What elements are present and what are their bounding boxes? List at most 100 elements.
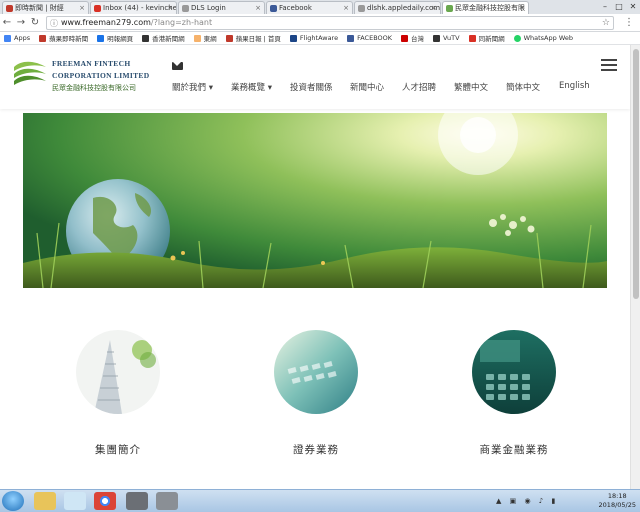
browser-tab-5[interactable]: 民眾金融科技控股有限 × (442, 1, 529, 14)
media-player-icon[interactable] (64, 492, 86, 510)
logo-swoosh-icon (14, 61, 46, 85)
nav-business[interactable]: 業務概覽 ▾ (231, 81, 272, 93)
tab-favicon-icon (94, 5, 101, 12)
feature-label[interactable]: 證券業務 (271, 442, 361, 457)
company-logo[interactable]: FREEMAN FINTECH CORPORATION LIMITED 民眾金融… (12, 57, 152, 97)
url-host: www.freeman279.com (61, 17, 151, 27)
bookmark-item[interactable]: 明報網頁 (97, 33, 133, 43)
feature-label[interactable]: 集團簡介 (73, 442, 163, 457)
nav-lang-english[interactable]: English (559, 81, 590, 91)
feature-group-profile[interactable]: 集團簡介 (73, 330, 163, 457)
feature-securities[interactable]: 證券業務 (271, 330, 361, 457)
browser-menu-icon[interactable]: ⋮ (624, 17, 634, 28)
bookmark-label: VuTV (443, 34, 460, 42)
hamburger-menu-icon[interactable] (601, 59, 617, 71)
nav-careers[interactable]: 人才招聘 (402, 81, 436, 93)
tab-close-icon[interactable]: × (519, 2, 525, 14)
browser-tab-bar: 即時新聞 | 財經 × Inbox (44) - kevinche... × DLS… (0, 0, 640, 14)
browser-tab-3[interactable]: Facebook × (266, 1, 353, 14)
tray-icons[interactable]: ▲ ▣ ◉ ♪ ▮ (496, 497, 558, 505)
address-bar[interactable]: ⓘ www.freeman279.com/?lang=zh-hant ☆ (46, 15, 614, 30)
bookmark-label: 同新聞網 (478, 35, 505, 43)
bookmark-label: 台灣 (411, 35, 425, 43)
tab-close-icon[interactable]: × (255, 2, 261, 14)
feature-commercial-finance[interactable]: 商業金融業務 (469, 330, 559, 457)
logo-text-line2: CORPORATION LIMITED (52, 71, 150, 80)
reload-icon[interactable]: ↻ (28, 17, 42, 28)
app-window-icon[interactable] (126, 492, 148, 510)
chrome-icon[interactable] (94, 492, 116, 510)
bookmark-item[interactable]: WhatsApp Web (513, 34, 573, 42)
browser-tab-0[interactable]: 即時新聞 | 財經 × (2, 1, 89, 14)
bookmark-favicon-icon (39, 34, 47, 42)
maximize-icon[interactable]: □ (612, 0, 626, 14)
bookmark-item[interactable]: 同新聞網 (468, 33, 505, 43)
apps-grid-icon (4, 34, 11, 42)
browser-tab-1[interactable]: Inbox (44) - kevinche... × (90, 1, 177, 14)
nav-investor[interactable]: 投資者關係 (290, 81, 333, 93)
mail-icon[interactable] (172, 62, 183, 70)
bookmark-item[interactable]: 香港新聞網 (142, 33, 185, 43)
bookmark-favicon-icon (97, 34, 105, 42)
bookmark-item[interactable]: 蘋果日報 | 首頁 (225, 33, 281, 43)
app-window-icon[interactable] (156, 492, 178, 510)
tab-close-icon[interactable]: × (79, 2, 85, 14)
feature-label[interactable]: 商業金融業務 (469, 442, 559, 457)
scrollbar-thumb[interactable] (633, 49, 639, 299)
bookmark-label: FlightAware (299, 34, 339, 42)
bookmark-label: Apps (14, 34, 31, 42)
nav-about[interactable]: 關於我們 ▾ (172, 81, 213, 93)
bookmark-favicon-icon (468, 34, 476, 42)
tab-title: DLS Login (191, 4, 226, 12)
url-path: /?lang=zh-hant (150, 17, 213, 27)
minimize-icon[interactable]: – (598, 0, 612, 14)
bookmark-favicon-icon (401, 34, 409, 42)
tab-favicon-icon (446, 5, 453, 12)
page-scrollbar[interactable] (630, 45, 640, 489)
browser-tab-4[interactable]: dlshk.appledaily.com × (354, 1, 441, 14)
commercial-finance-image (472, 330, 556, 414)
bookmark-label: 蘋果日報 | 首頁 (235, 35, 281, 43)
nav-lang-simplified[interactable]: 簡体中文 (506, 81, 540, 93)
web-page: FREEMAN FINTECH CORPORATION LIMITED 民眾金融… (0, 45, 630, 489)
browser-tab-2[interactable]: DLS Login × (178, 1, 265, 14)
nav-news[interactable]: 新聞中心 (350, 81, 384, 93)
group-profile-image (76, 330, 160, 414)
bookmark-label: 蘋果即時新聞 (49, 35, 89, 43)
logo-text-chinese: 民眾金融科技控股有限公司 (52, 84, 136, 92)
bookmarks-bar: Apps 蘋果即時新聞 明報網頁 香港新聞網 東網 蘋果日報 | 首頁 Flig… (0, 32, 640, 45)
tab-title: Facebook (279, 4, 312, 12)
browser-toolbar: ← → ↻ ⓘ www.freeman279.com/?lang=zh-hant… (0, 14, 640, 32)
close-window-icon[interactable]: ✕ (626, 0, 640, 14)
bookmark-favicon-icon (142, 34, 150, 42)
system-tray: ▲ ▣ ◉ ♪ ▮ 18:18 2018/05/25 (476, 492, 636, 510)
start-button-icon[interactable] (2, 491, 24, 511)
bookmark-favicon-icon (433, 34, 441, 42)
clock[interactable]: 18:18 2018/05/25 (599, 492, 636, 510)
bookmark-item[interactable]: FACEBOOK (347, 34, 392, 42)
bookmark-item[interactable]: VuTV (433, 34, 460, 42)
tab-close-icon[interactable]: × (431, 2, 437, 14)
tab-close-icon[interactable]: × (343, 2, 349, 14)
logo-text-line1: FREEMAN FINTECH (52, 59, 131, 68)
bookmark-item[interactable]: 東網 (193, 33, 217, 43)
bookmark-star-icon[interactable]: ☆ (602, 17, 610, 29)
tab-close-icon[interactable]: × (167, 2, 173, 14)
bookmark-favicon-icon (225, 34, 233, 42)
tab-title: 民眾金融科技控股有限 (455, 4, 525, 12)
bookmark-apps[interactable]: Apps (4, 34, 30, 42)
file-explorer-icon[interactable] (34, 492, 56, 510)
back-arrow-icon[interactable]: ← (0, 17, 14, 28)
securities-image (274, 330, 358, 414)
bookmark-item[interactable]: 蘋果即時新聞 (39, 33, 88, 43)
tab-title: 即時新聞 | 財經 (15, 4, 64, 12)
forward-arrow-icon[interactable]: → (14, 17, 28, 28)
hero-banner-image (23, 113, 607, 288)
bookmark-item[interactable]: 台灣 (401, 33, 424, 43)
nav-lang-traditional[interactable]: 繁體中文 (454, 81, 488, 93)
whatsapp-icon (513, 34, 521, 42)
tab-title: dlshk.appledaily.com (367, 4, 441, 12)
facebook-icon (347, 34, 355, 42)
bookmark-item[interactable]: FlightAware (289, 34, 339, 42)
page-info-icon[interactable]: ⓘ (50, 18, 58, 30)
